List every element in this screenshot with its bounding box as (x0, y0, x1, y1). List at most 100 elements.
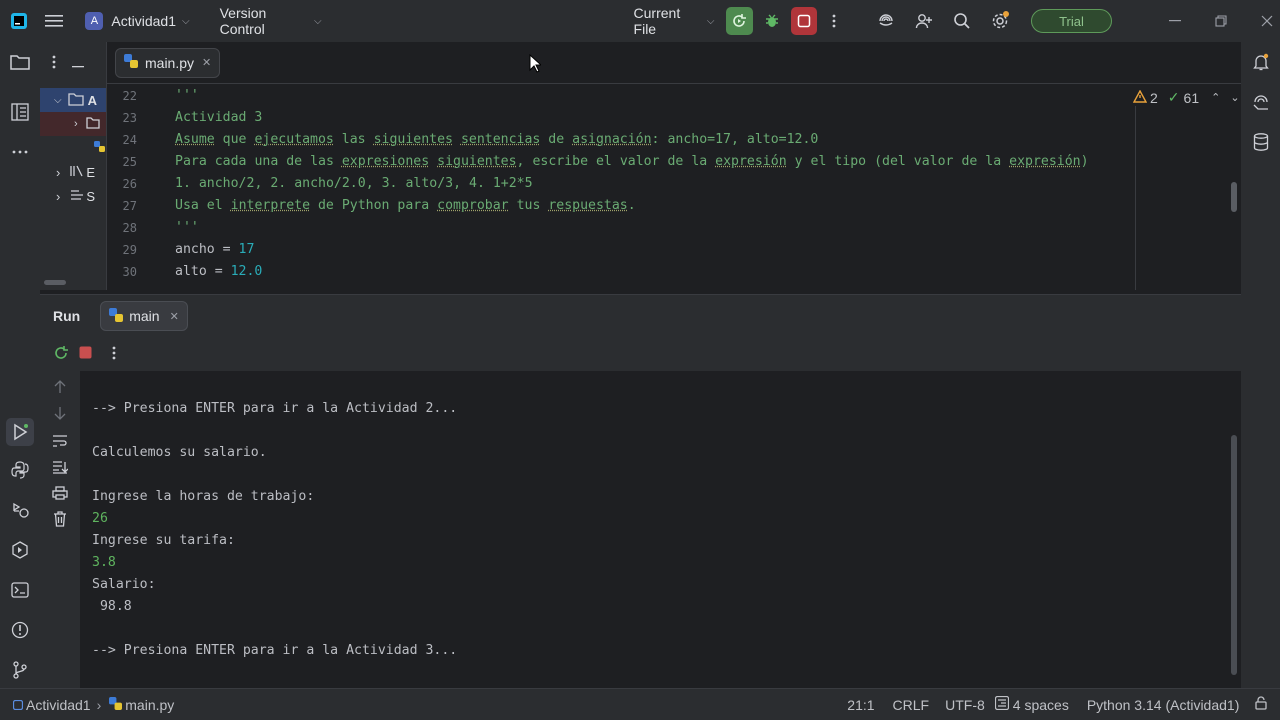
chevron-up-icon[interactable]: ⌃ (1211, 91, 1220, 104)
tab-main-py[interactable]: main.py ✕ (115, 47, 221, 78)
database-icon[interactable] (1249, 130, 1273, 154)
close-tab-icon[interactable]: ✕ (202, 56, 211, 69)
more-vertical-icon[interactable] (112, 346, 116, 363)
run-tab-main[interactable]: main ✕ (100, 301, 188, 331)
rerun-icon[interactable] (53, 345, 69, 364)
line-number: 26 (122, 177, 137, 191)
tree-item-python-file[interactable] (40, 136, 106, 160)
print-icon[interactable] (48, 481, 72, 505)
version-control-menu[interactable]: Version Control ⌵ (220, 0, 322, 42)
checks-count: 61 (1183, 89, 1200, 106)
main-menu-icon[interactable] (41, 7, 67, 35)
hide-panel-icon[interactable] (72, 56, 84, 71)
problems-icon[interactable] (8, 618, 32, 642)
python-interpreter[interactable]: Python 3.14 (Actividad1) (1081, 697, 1246, 713)
chevron-down-icon: ⌵ (313, 15, 322, 27)
python-file-icon (109, 307, 124, 325)
code-line[interactable]: alto = 12.0 (175, 264, 262, 279)
tree-item-root[interactable]: ⌵ A (40, 88, 106, 112)
services-icon[interactable] (8, 538, 32, 562)
code-line[interactable]: ''' (175, 88, 199, 103)
code-line[interactable]: Actividad 3 (175, 110, 262, 125)
code-editor: main.py ✕ 2 ✓ 61 ⌃ ⌄ 22 ''' 23 Actividad 3 2… (106, 42, 1241, 290)
rerun-button[interactable] (726, 7, 753, 35)
tree-item-label: S (86, 188, 96, 204)
python-console-icon[interactable] (8, 498, 32, 522)
console-actions (40, 371, 80, 689)
soft-wrap-icon[interactable] (48, 429, 72, 453)
console-output-line: 98.8 (92, 599, 132, 614)
indent-setting[interactable]: 4 spaces (1009, 697, 1075, 713)
stop-icon[interactable] (79, 346, 92, 362)
folder-icon (67, 92, 84, 109)
more-vertical-icon[interactable] (52, 55, 56, 72)
console-output-line: Salario: (92, 577, 156, 592)
file-encoding[interactable]: UTF-8 (939, 697, 991, 713)
line-number: 30 (122, 265, 137, 279)
run-tool-icon[interactable] (6, 418, 34, 446)
code-line[interactable]: Usa el interprete de Python para comprob… (175, 198, 636, 213)
code-line[interactable]: Para cada una de las expresiones siguien… (175, 154, 1089, 169)
module-icon (12, 697, 24, 713)
stop-button[interactable] (790, 7, 817, 35)
console-output-line: --> Presiona ENTER para ir a la Activida… (92, 643, 458, 658)
inspections-widget[interactable]: 2 ✓ 61 ⌃ ⌄ (1132, 89, 1240, 106)
console-output[interactable]: Bienvenid@, Noemi --> Presiona ENTER para… (80, 371, 1241, 689)
tree-item-external-libraries[interactable]: › E (40, 160, 106, 184)
horizontal-scrollbar[interactable] (44, 280, 66, 285)
editor-tabs: main.py ✕ (107, 42, 1241, 84)
console-scrollbar[interactable] (1231, 435, 1237, 675)
chevron-down-icon[interactable]: ⌄ (1230, 91, 1239, 104)
python-packages-icon[interactable] (8, 458, 32, 482)
tree-item-folder[interactable]: › (40, 112, 106, 136)
minimize-window-icon[interactable] (1162, 7, 1188, 35)
caret-position[interactable]: 21:1 (841, 697, 880, 713)
trial-badge[interactable]: Trial (1031, 9, 1112, 33)
editor-vertical-scrollbar[interactable] (1231, 182, 1237, 212)
scratches-icon (70, 189, 84, 204)
run-config-selector[interactable]: Current File ⌵ (634, 0, 715, 42)
more-horizontal-icon[interactable] (8, 140, 32, 164)
settings-gear-icon[interactable] (987, 7, 1013, 35)
chevron-down-icon: ⌵ (182, 15, 190, 27)
ai-assistant-icon[interactable] (873, 7, 899, 35)
editor-right-margin (1135, 106, 1136, 290)
structure-icon[interactable] (8, 100, 32, 124)
breadcrumb-file[interactable]: main.py (122, 697, 180, 713)
tab-label: main.py (145, 54, 195, 71)
title-bar: A Actividad1 ⌵ Version Control ⌵ Current… (0, 0, 1280, 42)
project-folder-icon[interactable] (8, 50, 32, 74)
app-logo-icon[interactable] (0, 12, 37, 30)
close-tab-icon[interactable]: ✕ (170, 310, 179, 323)
run-tab-label: main (129, 308, 160, 324)
code-line[interactable]: 1. ancho/2, 2. ancho/2.0, 3. alto/3, 4. … (175, 176, 533, 191)
add-user-icon[interactable] (911, 7, 937, 35)
project-panel-header (40, 42, 106, 84)
code-line[interactable]: ancho = 17 (175, 242, 254, 257)
arrow-up-icon[interactable] (48, 375, 72, 399)
ai-chat-icon[interactable] (1249, 90, 1273, 114)
close-window-icon[interactable] (1254, 7, 1280, 35)
breadcrumb-project[interactable]: Actividad1 (23, 697, 97, 713)
lock-icon[interactable] (1255, 696, 1268, 713)
arrow-down-icon[interactable] (48, 401, 72, 425)
code-line[interactable]: Asume que ejecutamos las siguientes sent… (175, 132, 818, 147)
line-separator[interactable]: CRLF (887, 697, 936, 713)
restore-window-icon[interactable] (1208, 7, 1234, 35)
trash-icon[interactable] (48, 507, 72, 531)
debug-bug-icon[interactable] (759, 7, 785, 35)
line-number: 24 (122, 133, 137, 147)
code-line[interactable]: ''' (175, 220, 199, 235)
more-vertical-icon[interactable] (821, 7, 847, 35)
run-panel-title: Run (53, 308, 81, 324)
chevron-right-icon: › (56, 164, 61, 180)
indent-icon (994, 695, 1009, 713)
terminal-icon[interactable] (8, 578, 32, 602)
tree-item-scratches[interactable]: › S (40, 184, 106, 208)
scroll-to-end-icon[interactable] (48, 455, 72, 479)
git-branch-icon[interactable] (8, 658, 32, 682)
notifications-bell-icon[interactable] (1249, 50, 1273, 74)
project-selector[interactable]: A Actividad1 ⌵ (85, 0, 190, 42)
console-output-line: Calculemos su salario. (92, 445, 267, 460)
search-icon[interactable] (949, 7, 975, 35)
